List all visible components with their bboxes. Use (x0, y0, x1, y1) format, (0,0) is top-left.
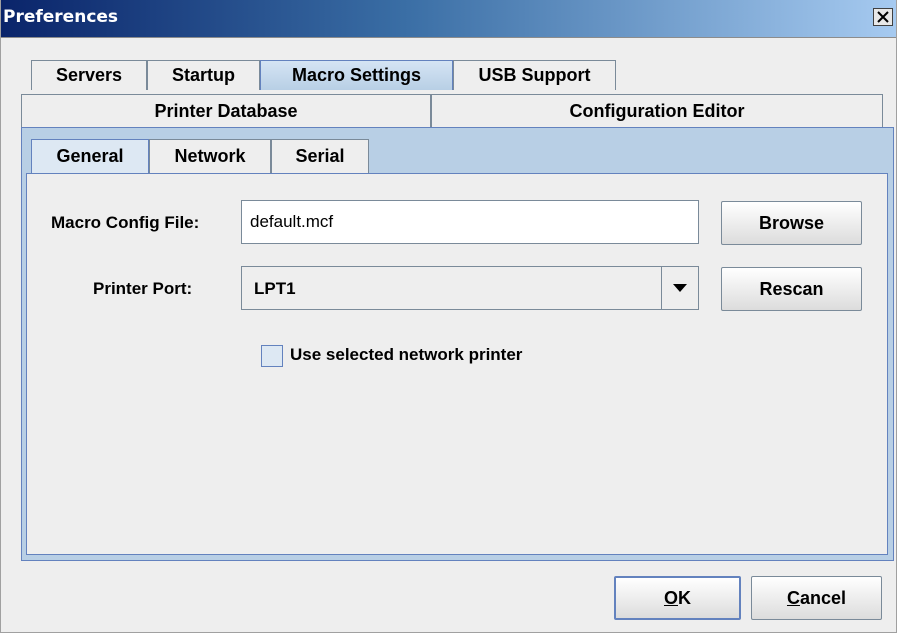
dropdown-arrow-button[interactable] (661, 267, 698, 309)
use-network-printer-checkbox[interactable] (261, 345, 283, 367)
ok-button[interactable]: OK (614, 576, 741, 620)
tab-network[interactable]: Network (149, 139, 271, 173)
printer-port-label: Printer Port: (93, 279, 193, 298)
tab-label: General (56, 146, 124, 166)
close-icon (877, 11, 889, 23)
printer-port-select[interactable]: LPT1 (241, 266, 699, 310)
tab-label: Macro Settings (291, 65, 422, 85)
macro-config-input[interactable]: default.mcf (241, 200, 699, 244)
tab-servers[interactable]: Servers (31, 60, 147, 90)
tab-label: USB Support (478, 65, 591, 85)
browse-button[interactable]: Browse (721, 201, 862, 245)
preferences-dialog: Preferences Servers Startup Macro Settin… (0, 0, 897, 633)
tab-general[interactable]: General (31, 139, 149, 173)
tab-label: Network (174, 146, 246, 166)
tab-usb-support[interactable]: USB Support (453, 60, 616, 90)
ok-mnemonic: O (663, 587, 678, 608)
tab-printer-database[interactable]: Printer Database (21, 94, 431, 127)
use-network-printer-label[interactable]: Use selected network printer (290, 345, 522, 365)
title-bar[interactable]: Preferences (1, 0, 896, 38)
rescan-button[interactable]: Rescan (721, 267, 862, 311)
macro-config-label: Macro Config File: (51, 213, 200, 232)
tab-macro-settings[interactable]: Macro Settings (260, 60, 453, 90)
printer-port-value: LPT1 (254, 279, 296, 298)
tab-configuration-editor[interactable]: Configuration Editor (431, 94, 883, 127)
tab-label: Startup (172, 65, 235, 85)
ok-label: K (678, 587, 691, 608)
cancel-mnemonic: C (786, 587, 800, 608)
tab-label: Configuration Editor (569, 100, 745, 121)
chevron-down-icon (673, 284, 687, 292)
window-title: Preferences (3, 7, 119, 27)
tab-startup[interactable]: Startup (147, 60, 260, 90)
close-button[interactable] (873, 8, 893, 26)
tab-label: Serial (295, 146, 345, 166)
tab-serial[interactable]: Serial (271, 139, 369, 173)
tab-label: Servers (55, 65, 123, 85)
cancel-label: ancel (799, 587, 847, 608)
cancel-button[interactable]: Cancel (751, 576, 882, 620)
tab-label: Printer Database (154, 100, 298, 121)
